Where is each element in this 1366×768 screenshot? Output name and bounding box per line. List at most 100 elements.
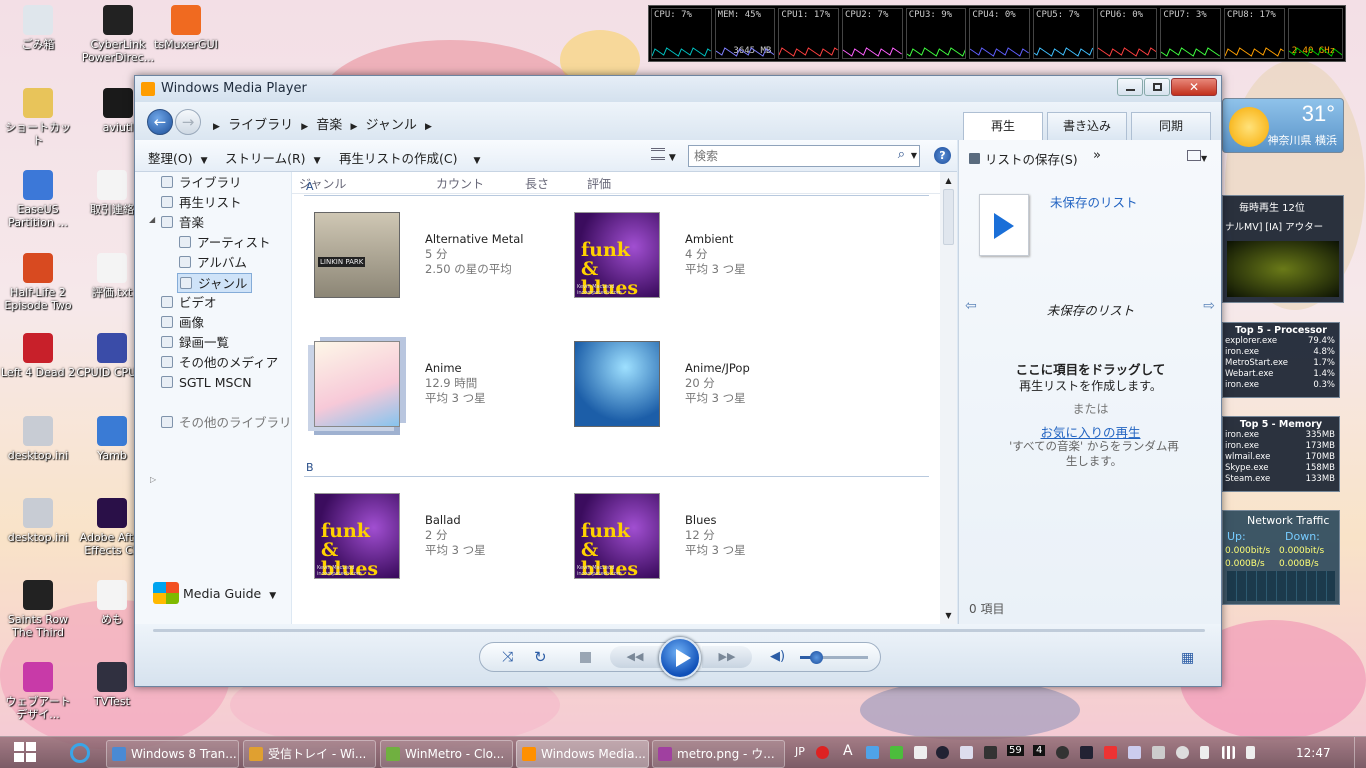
nav-item[interactable]: アーティスト: [179, 233, 271, 253]
dropbox-icon[interactable]: [866, 746, 879, 759]
breadcrumb-library[interactable]: ライブラリ: [228, 118, 293, 133]
nav-item[interactable]: 画像: [161, 313, 204, 333]
back-button[interactable]: ←: [147, 109, 173, 135]
taskbar-item[interactable]: WinMetro - Clo...: [380, 740, 513, 768]
expand-arrow-icon[interactable]: ◢: [149, 215, 155, 224]
mute-button[interactable]: ◀): [770, 649, 785, 664]
repeat-button[interactable]: ↻: [534, 648, 547, 666]
maximize-button[interactable]: [1144, 78, 1170, 96]
view-options-button[interactable]: ▼: [651, 148, 683, 164]
help-icon[interactable]: ?: [934, 147, 951, 164]
nav-item[interactable]: 録画一覧: [161, 333, 229, 353]
volume-tray-icon[interactable]: [1246, 746, 1255, 759]
alert-icon[interactable]: [1104, 746, 1117, 759]
forward-button[interactable]: →: [175, 109, 201, 135]
search-icon[interactable]: ⌕: [898, 147, 905, 162]
desktop-icon[interactable]: desktop.ini: [0, 416, 76, 462]
taskbar-item[interactable]: 受信トレイ - Wi...: [243, 740, 376, 768]
nav-item[interactable]: ジャンル: [177, 273, 253, 293]
media-guide-button[interactable]: Media Guide ▼: [153, 582, 276, 604]
scroll-thumb[interactable]: [943, 189, 954, 245]
taskbar-item[interactable]: Windows 8 Tran...: [106, 740, 239, 768]
seek-bar[interactable]: [153, 629, 1205, 632]
ime-icon[interactable]: [816, 746, 829, 759]
close-button[interactable]: ✕: [1171, 78, 1217, 96]
list-next-icon[interactable]: ⇨: [1203, 298, 1215, 314]
list-options-button[interactable]: ▼: [1187, 150, 1213, 164]
more-button[interactable]: »: [1093, 148, 1101, 163]
scroll-up-icon[interactable]: ▲: [940, 172, 957, 189]
save-list-button[interactable]: リストの保存(S): [969, 149, 1078, 168]
shuffle-button[interactable]: ⤨: [502, 649, 513, 665]
search-box[interactable]: ⌕ ▼: [688, 145, 920, 167]
desktop-icon[interactable]: Half-Life 2 Episode Two: [0, 253, 76, 312]
taskbar-item[interactable]: Windows Media...: [516, 740, 649, 768]
nav-item[interactable]: ライブラリ: [161, 173, 242, 193]
search-input[interactable]: [694, 147, 890, 165]
steam-icon[interactable]: [1056, 746, 1069, 759]
volume-slider[interactable]: [800, 651, 868, 664]
gesture-icon[interactable]: [914, 746, 927, 759]
unsaved-list-link[interactable]: 未保存のリスト: [1050, 192, 1138, 211]
genre-tile[interactable]: funk & blues Kevin MacLeod incompetech.co…: [554, 485, 804, 595]
stream-menu[interactable]: ストリーム(R) ▼: [225, 148, 320, 167]
desktop-icon[interactable]: CyberLink PowerDirec...: [80, 5, 156, 64]
nav-item[interactable]: SGTL MSCN: [161, 373, 252, 393]
scrollbar[interactable]: ▲ ▼: [940, 172, 957, 624]
ie-pinned-button[interactable]: [70, 743, 90, 763]
genre-tile[interactable]: funk & blues Kevin MacLeod incompetech.co…: [554, 204, 804, 314]
language-indicator[interactable]: JP: [795, 745, 805, 758]
nav-item[interactable]: 音楽: [161, 213, 204, 233]
tab-burn[interactable]: 書き込み: [1047, 112, 1127, 140]
ime-mode[interactable]: A: [843, 743, 853, 759]
title-bar[interactable]: Windows Media Player ✕: [135, 76, 1221, 102]
evernote-icon[interactable]: [890, 746, 903, 759]
nav-item[interactable]: ビデオ: [161, 293, 217, 313]
keyboard-icon[interactable]: [1128, 746, 1141, 759]
organize-menu[interactable]: 整理(O) ▼: [148, 148, 208, 167]
clock-time[interactable]: 12:47: [1296, 746, 1331, 760]
nav-item[interactable]: その他のライブラリ: [161, 413, 292, 433]
nav-item[interactable]: アルバム: [179, 253, 247, 273]
genre-tile[interactable]: Anime 12.9 時間 平均 3 つ星: [294, 333, 544, 443]
monitor-icon[interactable]: [960, 746, 973, 759]
nav-item[interactable]: その他のメディア: [161, 353, 278, 373]
weather-gadget[interactable]: 31° 神奈川県 横浜: [1222, 98, 1344, 153]
minimize-button[interactable]: [1117, 78, 1143, 96]
genre-tile[interactable]: LINKIN PARK Alternative Metal 5 分 2.50 の星の平…: [294, 204, 544, 314]
genre-tile[interactable]: funk & blues Kevin MacLeod incompetech.co…: [294, 485, 544, 595]
media-player-window[interactable]: Windows Media Player ✕ ← → ▶ ライブラリ ▶ 音楽 …: [134, 75, 1222, 687]
desktop-icon[interactable]: Left 4 Dead 2: [0, 333, 76, 379]
group-header[interactable]: B: [304, 461, 929, 477]
music-ranking-gadget[interactable]: 毎時再生 12位 ナルMV] [IA] アウター: [1222, 195, 1344, 303]
desktop-icon[interactable]: Saints Row The Third: [0, 580, 76, 639]
start-button[interactable]: [14, 742, 38, 764]
signal-icon[interactable]: [1222, 746, 1235, 759]
genre-tile[interactable]: Anime/JPop 20 分平均 3 つ星: [554, 333, 804, 443]
show-desktop-button[interactable]: [1354, 737, 1366, 768]
previous-button[interactable]: ◀◀: [610, 646, 660, 668]
clock-icon[interactable]: [936, 746, 949, 759]
collapse-arrow-icon[interactable]: ▷: [150, 475, 156, 484]
create-playlist-menu[interactable]: 再生リストの作成(C) ▼: [339, 148, 480, 167]
desktop-icon[interactable]: ウェブアート デザイ...: [0, 662, 76, 721]
nav-item[interactable]: 再生リスト: [161, 193, 242, 213]
usb-icon[interactable]: [1176, 746, 1189, 759]
tab-play[interactable]: 再生: [963, 112, 1043, 140]
breadcrumb[interactable]: ▶ ライブラリ ▶ 音楽 ▶ ジャンル ▶: [213, 114, 432, 133]
desktop-icon[interactable]: desktop.ini: [0, 498, 76, 544]
dropdown-arrow-icon[interactable]: ▼: [911, 151, 917, 160]
desktop-icon[interactable]: ショートカット: [0, 88, 76, 147]
tray-counter-1[interactable]: 59: [1007, 745, 1024, 756]
desktop-icon[interactable]: EaseUS Partition ...: [0, 170, 76, 229]
tab-sync[interactable]: 同期: [1131, 112, 1211, 140]
scroll-down-icon[interactable]: ▼: [940, 607, 957, 624]
music-thumbnail[interactable]: [1227, 241, 1339, 297]
cpu-icon[interactable]: [1080, 746, 1093, 759]
switch-to-now-playing-button[interactable]: ▦: [1181, 650, 1194, 666]
counter-icon[interactable]: [984, 746, 997, 759]
taskbar-item[interactable]: metro.png - ウ...: [652, 740, 785, 768]
breadcrumb-genre[interactable]: ジャンル: [366, 118, 417, 133]
battery-icon[interactable]: [1200, 746, 1209, 759]
next-button[interactable]: ▶▶: [702, 646, 752, 668]
